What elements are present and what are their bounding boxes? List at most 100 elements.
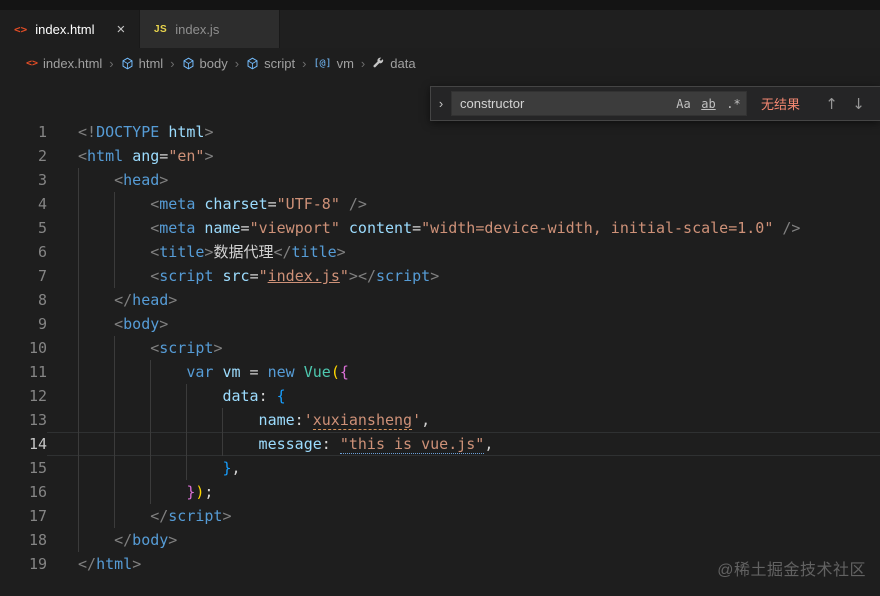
close-icon[interactable]: × — [117, 22, 126, 37]
code-line[interactable]: 2 <html ang="en"> — [0, 144, 880, 168]
code-line[interactable]: 7 <script src="index.js"></script> — [0, 264, 880, 288]
breadcrumb-item-body[interactable]: body — [182, 56, 228, 71]
regex-icon[interactable]: .* — [721, 97, 746, 111]
line-number[interactable]: 6 — [0, 240, 47, 264]
indent-guide — [150, 480, 186, 504]
breadcrumb: <> index.html › html › body › script › [… — [0, 48, 880, 78]
code-line[interactable]: 4 <meta charset="UTF-8" /> — [0, 192, 880, 216]
code-line[interactable]: 15}, — [0, 456, 880, 480]
code-line[interactable]: 13 name:'xuxiansheng', — [0, 408, 880, 432]
line-number[interactable]: 4 — [0, 192, 47, 216]
line-number[interactable]: 15 — [0, 456, 47, 480]
chevron-right-icon: › — [170, 55, 175, 71]
html-file-icon: <> — [14, 22, 28, 36]
toggle-replace-icon[interactable]: › — [431, 96, 451, 111]
whole-word-icon[interactable]: ab — [696, 97, 721, 111]
watermark: @稀土掘金技术社区 — [717, 562, 866, 579]
code-line[interactable]: 8 </head> — [0, 288, 880, 312]
indent-guide — [150, 360, 186, 384]
code-text: var vm = new Vue({ — [47, 360, 880, 384]
indent-guide — [186, 408, 222, 432]
line-number[interactable]: 3 — [0, 168, 47, 192]
code-line[interactable]: 3 <head> — [0, 168, 880, 192]
chevron-right-icon: › — [234, 55, 240, 71]
line-number[interactable]: 11 — [0, 360, 47, 384]
line-number[interactable]: 7 — [0, 264, 47, 288]
next-match-icon[interactable]: ↓ — [845, 91, 872, 117]
symbol-array-icon: [@] — [313, 57, 332, 69]
indent-guide — [78, 384, 114, 408]
previous-match-icon[interactable]: ↑ — [818, 91, 845, 117]
code-text: }, — [47, 456, 880, 480]
tab-bar: <> index.html × JS index.js — [0, 10, 880, 48]
line-number[interactable]: 13 — [0, 408, 47, 432]
code-line[interactable]: 9 <body> — [0, 312, 880, 336]
tab-index-js[interactable]: JS index.js — [140, 10, 280, 48]
indent-guide — [150, 456, 186, 480]
breadcrumb-item-vm[interactable]: [@] vm — [314, 56, 354, 71]
code-text: </body> — [47, 528, 880, 552]
line-number[interactable]: 10 — [0, 336, 47, 360]
code-lines: 1 <!DOCTYPE html> 2 <html ang="en"> 3 <head> 4… — [0, 120, 880, 576]
tab-label: index.html — [35, 21, 95, 37]
symbol-element-icon — [246, 57, 259, 70]
indent-guide — [78, 264, 114, 288]
code-line[interactable]: 17 </script> — [0, 504, 880, 528]
code-line[interactable]: 12 data: { — [0, 384, 880, 408]
code-text: <head> — [47, 168, 880, 192]
line-number[interactable]: 2 — [0, 144, 47, 168]
line-number[interactable]: 5 — [0, 216, 47, 240]
editor[interactable]: 1 <!DOCTYPE html> 2 <html ang="en"> 3 <head> 4… — [0, 78, 880, 576]
line-number[interactable]: 18 — [0, 528, 47, 552]
breadcrumb-item-file[interactable]: <> index.html — [26, 56, 102, 71]
html-file-icon: <> — [26, 57, 39, 69]
code-line[interactable]: 11 var vm = new Vue({ — [0, 360, 880, 384]
code-text: }); — [47, 480, 880, 504]
indent-guide — [150, 432, 186, 456]
line-number[interactable]: 9 — [0, 312, 47, 336]
line-number[interactable]: 19 — [0, 552, 47, 576]
indent-guide — [114, 432, 150, 456]
breadcrumb-item-script[interactable]: script — [246, 56, 295, 71]
indent-guide — [114, 264, 150, 288]
indent-guide — [78, 480, 114, 504]
match-case-icon[interactable]: Aa — [671, 97, 696, 111]
indent-guide — [78, 456, 114, 480]
indent-guide — [78, 336, 114, 360]
code-text: <script> — [47, 336, 880, 360]
indent-guide — [114, 240, 150, 264]
code-text: <meta name="viewport" content="width=dev… — [47, 216, 880, 240]
indent-guide — [78, 432, 114, 456]
indent-guide — [78, 408, 114, 432]
find-input[interactable]: constructor Aa ab .* — [450, 91, 747, 116]
find-results: 无结果 — [760, 97, 800, 112]
line-number[interactable]: 16 — [0, 480, 47, 504]
code-line[interactable]: 10 <script> — [0, 336, 880, 360]
indent-guide — [78, 240, 114, 264]
code-line[interactable]: 18 </body> — [0, 528, 880, 552]
find-query-text: constructor — [459, 96, 525, 111]
line-number[interactable]: 14 — [0, 432, 47, 456]
indent-guide — [78, 312, 114, 336]
code-text: </script> — [47, 504, 880, 528]
line-number[interactable]: 17 — [0, 504, 47, 528]
line-number[interactable]: 8 — [0, 288, 47, 312]
breadcrumb-item-data[interactable]: data — [372, 56, 416, 71]
indent-guide — [114, 456, 150, 480]
tab-index-html[interactable]: <> index.html × — [0, 10, 140, 48]
indent-guide — [78, 504, 114, 528]
indent-guide — [78, 216, 114, 240]
code-text: <!DOCTYPE html> — [78, 123, 214, 141]
indent-guide — [78, 528, 114, 552]
breadcrumb-item-html[interactable]: html — [121, 56, 163, 71]
breadcrumb-label: vm — [336, 55, 354, 71]
code-line[interactable]: 16}); — [0, 480, 880, 504]
breadcrumb-label: body — [199, 55, 228, 71]
code-line[interactable]: 5 <meta name="viewport" content="width=de… — [0, 216, 880, 240]
code-line[interactable]: 14 message: "this is vue.js", — [0, 432, 880, 456]
indent-guide — [78, 360, 114, 384]
code-line[interactable]: 6 <title>数据代理</title> — [0, 240, 880, 264]
line-number[interactable]: 1 — [0, 120, 47, 144]
line-number[interactable]: 12 — [0, 384, 47, 408]
code-line[interactable]: 1 <!DOCTYPE html> — [0, 120, 880, 144]
